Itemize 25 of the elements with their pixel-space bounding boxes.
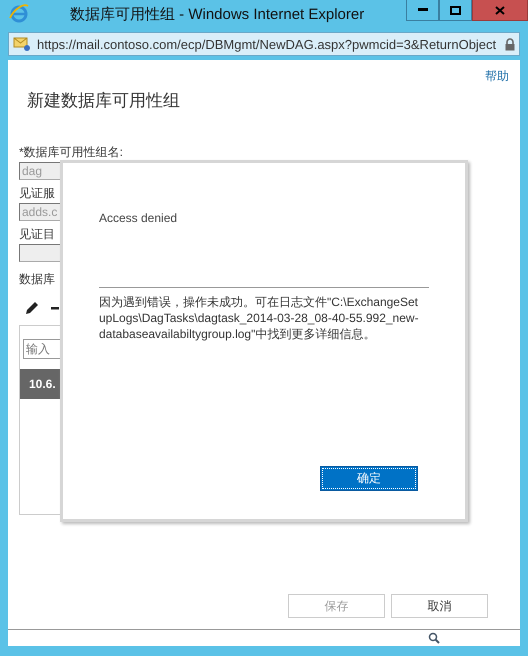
minimize-button[interactable] (406, 0, 439, 21)
minimize-icon (418, 8, 428, 12)
ok-button[interactable]: 确定 (320, 466, 418, 491)
envelope-icon (13, 36, 31, 52)
close-icon (495, 6, 505, 14)
pencil-icon[interactable] (25, 301, 39, 315)
error-message: 因为遇到错误，操作未成功。可在日志文件"C:\ExchangeSetupLogs\DagTasks\dagtask_2014-03-28_08-40-55.992_new-databaseavailabiltygroup.log"中找到更多详细信息。 (99, 294, 419, 342)
page-heading: 新建数据库可用性组 (27, 90, 181, 112)
field-label: *数据库可用性组名: (19, 144, 124, 160)
browser-logo-icon (8, 2, 30, 24)
field-label: 见证服 (19, 185, 56, 201)
maximize-button[interactable] (439, 0, 472, 21)
dialog-title: Access denied (99, 211, 178, 225)
close-button[interactable] (472, 0, 528, 21)
cancel-button[interactable]: 取消 (391, 594, 488, 618)
window-title: 数据库可用性组 - Windows Internet Explorer (70, 4, 364, 24)
section-label: 数据库 (19, 271, 56, 288)
field-label: 见证目 (19, 226, 56, 242)
address-bar[interactable]: https://mail.contoso.com/ecp/DBMgmt/NewDAG.aspx?pwmcid=3&ReturnObject (8, 32, 520, 56)
lock-icon (505, 38, 515, 50)
maximize-icon (450, 6, 461, 14)
minus-icon[interactable] (51, 306, 59, 310)
url-text: https://mail.contoso.com/ecp/DBMgmt/NewDAG.aspx?pwmcid=3&ReturnObject (37, 36, 498, 52)
zoom-icon[interactable] (428, 632, 440, 644)
help-link[interactable]: 帮助 (485, 68, 509, 85)
